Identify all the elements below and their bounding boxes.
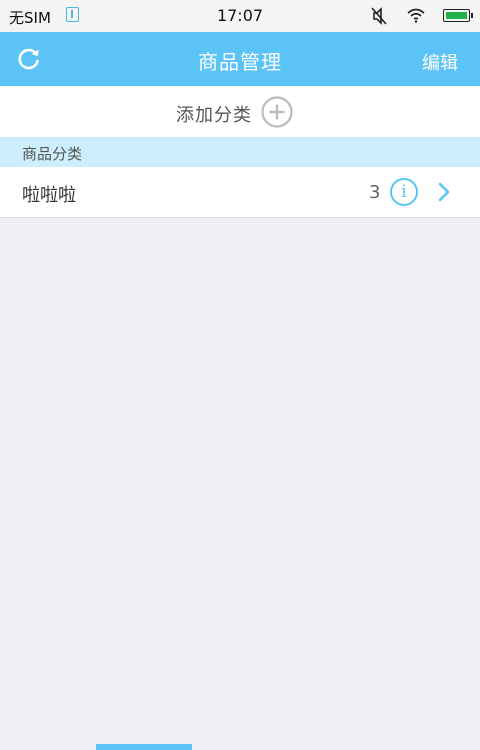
plus-circle-icon[interactable] xyxy=(261,96,293,128)
nav-bar: 商品管理 编辑 xyxy=(0,32,480,86)
mute-icon xyxy=(371,7,387,25)
category-count: 3 xyxy=(369,182,381,203)
battery-icon xyxy=(443,9,473,22)
section-header: 商品分类 xyxy=(0,137,480,167)
add-category-row[interactable]: 添加分类 xyxy=(0,86,480,137)
info-icon[interactable]: i xyxy=(390,178,418,206)
section-title: 商品分类 xyxy=(22,145,83,163)
page-title: 商品管理 xyxy=(198,50,282,74)
chevron-right-icon[interactable] xyxy=(436,181,452,203)
tab-indicator xyxy=(96,744,192,750)
category-name: 啦啦啦 xyxy=(22,185,76,206)
list-item[interactable]: 啦啦啦 3 i xyxy=(0,167,480,218)
status-icons xyxy=(360,6,473,26)
edit-button[interactable]: 编辑 xyxy=(422,49,458,75)
wifi-icon xyxy=(407,8,425,23)
status-bar: 无SIM 17:07 xyxy=(0,0,480,32)
add-category-label: 添加分类 xyxy=(176,105,252,126)
